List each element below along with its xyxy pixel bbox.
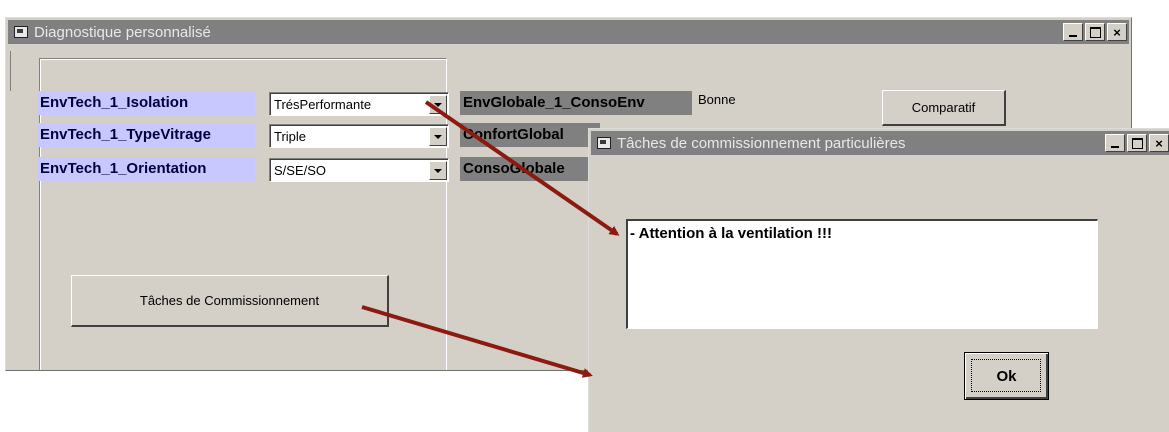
main-titlebar[interactable]: Diagnostique personnalisé ×	[8, 20, 1129, 44]
consoenv-value: Bonne	[698, 92, 736, 107]
label-consoenv: EnvGlobale_1_ConsoEnv	[460, 91, 692, 115]
dialog-title: Tâches de commissionnement particulières	[617, 134, 906, 152]
isolation-combo[interactable]: TrésPerformante	[269, 92, 449, 116]
window-icon	[14, 26, 28, 38]
maximize-icon	[1131, 137, 1143, 149]
orientation-dropdown-button[interactable]	[429, 161, 447, 180]
dialog-minimize-button[interactable]	[1105, 134, 1125, 152]
dialog-window-controls: ×	[1105, 134, 1169, 152]
main-title: Diagnostique personnalisé	[34, 23, 211, 41]
typevitrage-dropdown-button[interactable]	[429, 127, 447, 146]
dialog-close-button[interactable]: ×	[1149, 134, 1169, 152]
dialog-titlebar[interactable]: Tâches de commissionnement particulières…	[591, 131, 1169, 155]
comparatif-button[interactable]: Comparatif	[882, 90, 1006, 126]
label-consoglobale: ConsoGlobale	[460, 157, 600, 181]
commissioning-dialog: Tâches de commissionnement particulières…	[588, 128, 1169, 432]
maximize-button[interactable]	[1085, 23, 1105, 41]
close-icon: ×	[1155, 135, 1163, 151]
left-divider	[10, 51, 11, 91]
label-confortglobal: ConfortGlobal	[460, 123, 600, 147]
minimize-icon	[1111, 146, 1119, 148]
minimize-button[interactable]	[1063, 23, 1083, 41]
commissionnement-button[interactable]: Tâches de Commissionnement	[71, 275, 389, 327]
typevitrage-combo[interactable]: Triple	[269, 124, 449, 148]
close-icon: ×	[1113, 24, 1121, 40]
close-button[interactable]: ×	[1107, 23, 1127, 41]
label-isolation: EnvTech_1_Isolation	[37, 91, 255, 115]
maximize-icon	[1089, 26, 1101, 38]
orientation-value: S/SE/SO	[274, 163, 327, 178]
dialog-maximize-button[interactable]	[1127, 134, 1147, 152]
label-orientation: EnvTech_1_Orientation	[37, 157, 255, 181]
isolation-dropdown-button[interactable]	[429, 95, 447, 114]
chevron-down-icon	[434, 134, 442, 139]
chevron-down-icon	[434, 168, 442, 173]
dialog-message: - Attention à la ventilation !!!	[630, 225, 832, 242]
main-window-controls: ×	[1063, 23, 1127, 41]
window-icon	[597, 137, 611, 149]
dialog-message-box: - Attention à la ventilation !!!	[626, 219, 1098, 329]
orientation-combo[interactable]: S/SE/SO	[269, 158, 449, 182]
minimize-icon	[1069, 35, 1077, 37]
chevron-down-icon	[434, 102, 442, 107]
typevitrage-value: Triple	[274, 129, 307, 144]
focus-rectangle	[971, 359, 1041, 392]
isolation-value: TrésPerformante	[274, 97, 372, 112]
label-typevitrage: EnvTech_1_TypeVitrage	[37, 123, 255, 147]
ok-button[interactable]: Ok	[964, 352, 1049, 400]
